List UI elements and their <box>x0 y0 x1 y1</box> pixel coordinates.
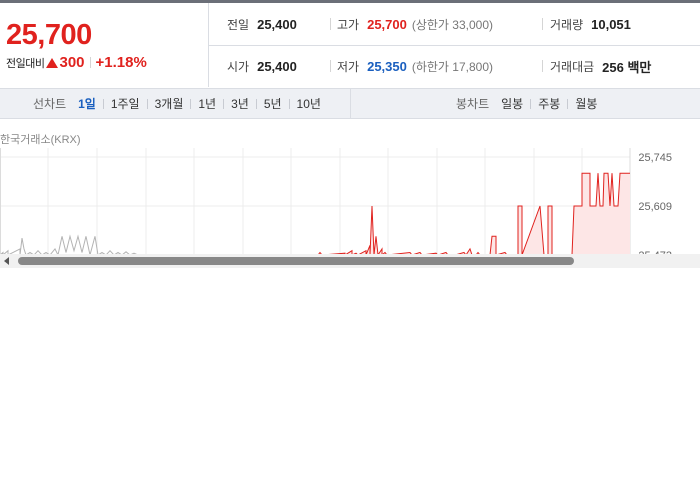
tab-5year[interactable]: 5년 <box>264 95 282 112</box>
divider <box>288 98 290 109</box>
divider <box>146 98 148 109</box>
change-label: 전일대비 <box>6 57 45 70</box>
open-label: 시가 <box>227 59 250 74</box>
divider <box>255 98 257 109</box>
divider <box>190 98 192 109</box>
change-row: 전일대비 300 +1.18% <box>6 54 147 71</box>
tab-monthly[interactable]: 월봉 <box>575 95 597 112</box>
trade-value: 거래대금 256 백만 <box>550 45 651 87</box>
prev-close: 전일 25,400 <box>227 3 297 45</box>
open-price: 시가 25,400 <box>227 45 297 87</box>
open-value: 25,400 <box>257 58 297 74</box>
trade-value-label: 거래대금 <box>550 59 595 74</box>
low-label: 저가 <box>337 59 360 74</box>
divider <box>330 18 331 30</box>
volume: 거래량 10,051 <box>550 3 631 45</box>
price-info-grid: 전일 25,400 고가 25,700 (상한가 33,000) 거래량 10,… <box>209 3 700 87</box>
tab-1year[interactable]: 1년 <box>198 95 216 112</box>
change-percent: +1.18% <box>95 54 147 71</box>
line-chart-tabs: 선차트 1일 1주일 3개월 1년 3년 5년 10년 <box>33 89 321 118</box>
divider <box>542 18 543 30</box>
tab-1week[interactable]: 1주일 <box>111 95 140 112</box>
price-chart: 25,74525,60925,473 <box>0 148 700 254</box>
tab-weekly[interactable]: 주봉 <box>538 95 560 112</box>
high-label: 고가 <box>337 17 360 32</box>
tab-3year[interactable]: 3년 <box>231 95 249 112</box>
series-area <box>318 173 630 254</box>
divider <box>330 60 331 72</box>
chart-scrollbar[interactable] <box>0 254 700 268</box>
low-value: 25,350 <box>367 58 407 74</box>
divider <box>542 60 543 72</box>
current-price: 25,700 <box>6 19 92 51</box>
volume-value: 10,051 <box>591 16 631 32</box>
high-price: 고가 25,700 (상한가 33,000) <box>337 3 493 45</box>
divider <box>567 98 569 109</box>
price-chart-svg: 25,74525,60925,473 <box>0 148 672 254</box>
prev-close-label: 전일 <box>227 17 250 32</box>
tab-10year[interactable]: 10년 <box>297 95 321 112</box>
tabs-divider <box>350 89 351 118</box>
y-tick-label: 25,609 <box>638 201 672 213</box>
divider <box>530 98 532 109</box>
volume-label: 거래량 <box>550 17 584 32</box>
upper-limit: (상한가 33,000) <box>411 17 494 32</box>
divider <box>223 98 225 109</box>
info-row-1: 전일 25,400 고가 25,700 (상한가 33,000) 거래량 10,… <box>209 3 700 46</box>
low-price: 저가 25,350 (하한가 17,800) <box>337 45 493 87</box>
tab-daily[interactable]: 일봉 <box>501 95 523 112</box>
change-value: 300 <box>59 54 85 71</box>
prev-close-value: 25,400 <box>257 16 297 32</box>
candle-chart-tabs: 봉차트 일봉 주봉 월봉 <box>456 89 597 118</box>
y-tick-label: 25,745 <box>638 152 672 164</box>
tab-3month[interactable]: 3개월 <box>155 95 184 112</box>
candle-chart-label: 봉차트 <box>456 97 490 111</box>
exchange-label: 한국거래소(KRX) <box>0 134 81 146</box>
series-line <box>0 234 137 254</box>
divider <box>102 98 104 109</box>
divider <box>89 57 91 68</box>
tab-1day[interactable]: 1일 <box>78 95 96 112</box>
scroll-thumb[interactable] <box>18 257 574 265</box>
info-row-2: 시가 25,400 저가 25,350 (하한가 17,800) 거래대금 25… <box>209 45 700 87</box>
scroll-left-arrow-icon[interactable] <box>4 257 9 265</box>
high-value: 25,700 <box>367 16 407 32</box>
line-chart-label: 선차트 <box>33 97 67 111</box>
chart-tabs-bar: 선차트 1일 1주일 3개월 1년 3년 5년 10년 봉차트 일봉 주봉 월봉 <box>0 88 700 119</box>
lower-limit: (하한가 17,800) <box>411 59 494 74</box>
price-summary: 25,700 전일대비 300 +1.18% <box>0 3 209 87</box>
up-triangle-icon <box>46 57 59 68</box>
trade-value-value: 256 백만 <box>602 59 652 75</box>
